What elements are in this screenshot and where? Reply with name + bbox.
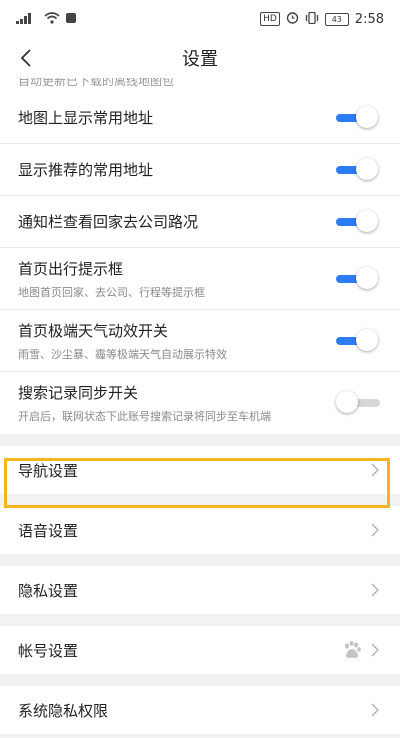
toggle-switch[interactable] (336, 390, 380, 416)
toggle-row-home-tip[interactable]: 首页出行提示框 地图首页回家、去公司、行程等提示框 (0, 248, 400, 310)
toggle-switch[interactable] (336, 266, 380, 292)
hd-badge: HD (260, 12, 280, 26)
chevron-right-icon (371, 463, 380, 477)
row-label: 语音设置 (18, 521, 79, 540)
alarm-icon (286, 11, 299, 27)
row-label: 首页出行提示框 (18, 259, 124, 278)
nav-row-system-privacy[interactable]: 系统隐私权限 (0, 686, 400, 734)
row-label: 隐私设置 (18, 581, 79, 600)
toggle-switch[interactable] (336, 105, 380, 131)
section-gap (0, 554, 400, 566)
nav-row-account-settings[interactable]: 帐号设置 (0, 626, 400, 674)
settings-list[interactable]: 自动更新已下载的离线地图包 地图上显示常用地址 显示推荐的常用地址 通知栏查看回… (0, 78, 400, 738)
toggle-row-recommended-address[interactable]: 显示推荐的常用地址 (0, 144, 400, 196)
nav-row-privacy-settings[interactable]: 隐私设置 (0, 566, 400, 614)
row-label: 地图上显示常用地址 (18, 109, 154, 127)
toggle-row-extreme-weather[interactable]: 首页极端天气动效开关 雨雪、沙尘暴、霾等极端天气自动展示特效 (0, 310, 400, 372)
nav-bar: 设置 (0, 38, 400, 78)
toggle-row-traffic-notification[interactable]: 通知栏查看回家去公司路况 (0, 196, 400, 248)
section-gap (0, 494, 400, 506)
row-label: 搜索记录同步开关 (18, 384, 139, 402)
chevron-right-icon (371, 523, 380, 537)
row-sublabel: 雨雪、沙尘暴、霾等极端天气自动展示特效 (18, 347, 227, 361)
chevron-right-icon (371, 643, 380, 657)
row-label: 首页极端天气动效开关 (18, 321, 169, 340)
partial-row-text: 自动更新已下载的离线地图包 (18, 78, 175, 88)
toggle-row-search-sync[interactable]: 搜索记录同步开关 开启后，联网状态下此账号搜索记录将同步至车机端 (0, 372, 400, 434)
status-left (16, 11, 76, 27)
chevron-right-icon (371, 583, 380, 597)
row-label: 帐号设置 (18, 641, 79, 660)
toggle-row-show-common-address[interactable]: 地图上显示常用地址 (0, 92, 400, 144)
row-sublabel: 地图首页回家、去公司、行程等提示框 (18, 285, 205, 299)
toggle-switch[interactable] (336, 209, 380, 235)
toggle-switch[interactable] (336, 157, 380, 183)
notification-icon (66, 12, 76, 26)
status-right: HD 43 2:58 (260, 11, 384, 27)
row-label: 显示推荐的常用地址 (18, 161, 154, 179)
vibrate-icon (305, 11, 319, 27)
row-sublabel: 开启后，联网状态下此账号搜索记录将同步至车机端 (18, 410, 271, 423)
nav-row-voice-settings[interactable]: 语音设置 (0, 506, 400, 554)
row-label: 通知栏查看回家去公司路况 (18, 213, 199, 231)
row-label: 系统隐私权限 (18, 701, 109, 720)
row-label: 导航设置 (18, 461, 79, 480)
wifi-icon (44, 11, 60, 27)
section-gap (0, 674, 400, 686)
battery-icon: 43 (324, 12, 349, 26)
chevron-left-icon (20, 49, 31, 67)
status-bar: HD 43 2:58 (0, 0, 400, 38)
partial-row: 自动更新已下载的离线地图包 (0, 78, 400, 92)
signal-icon (16, 12, 38, 27)
chevron-right-icon (371, 703, 380, 717)
baidu-paw-icon (345, 641, 361, 658)
status-time: 2:58 (354, 11, 384, 27)
back-button[interactable] (12, 42, 40, 74)
toggle-switch[interactable] (336, 328, 380, 354)
nav-row-navigation-settings[interactable]: 导航设置 (0, 446, 400, 494)
section-gap (0, 614, 400, 626)
page-title: 设置 (182, 49, 218, 70)
section-gap (0, 434, 400, 446)
